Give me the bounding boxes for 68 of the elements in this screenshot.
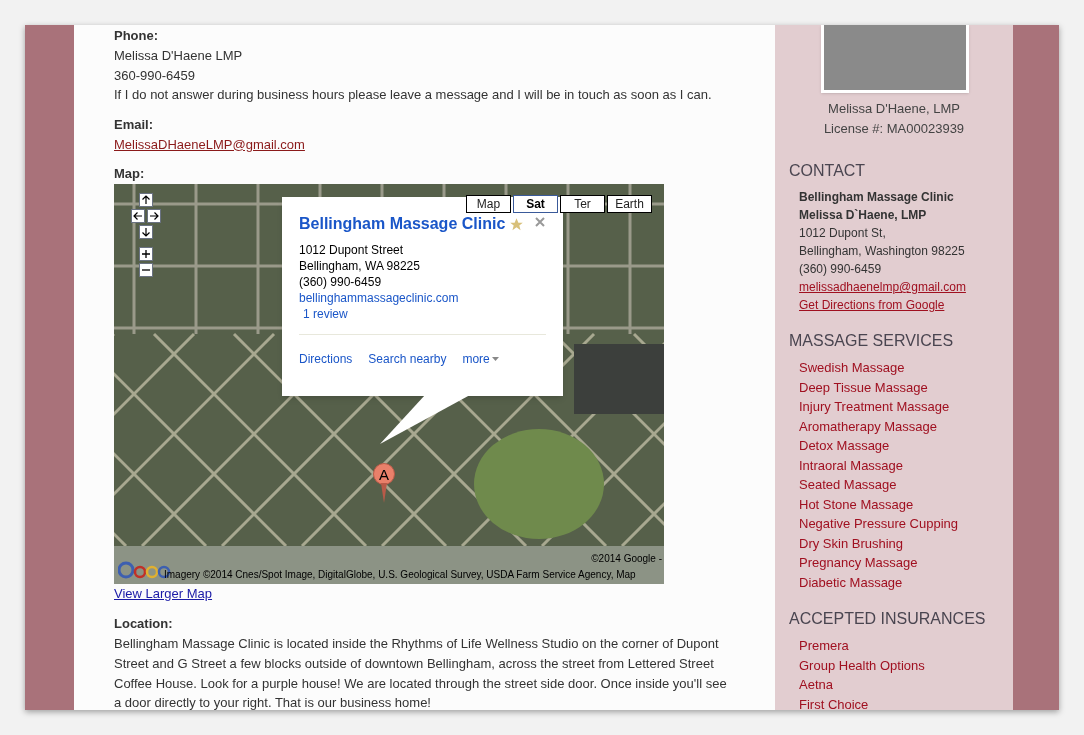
sidebar-link[interactable]: Hot Stone Massage [799,494,1013,514]
action-link[interactable]: more [462,350,499,368]
contact-text: If I do not answer during business hours please leave a message and I will be in touch as soon as I can. [114,86,713,104]
close-icon[interactable] [535,217,545,227]
website-link[interactable]: bellinghammassageclinic.com [299,290,546,306]
pan-left-button[interactable] [131,209,145,223]
caret-icon [491,357,499,361]
arrow-icon [133,211,143,221]
arrow-icon [141,227,151,237]
sidebar-link[interactable]: First Choice [799,694,1013,710]
imagery-credit: Imagery ©2014 Cnes/Spot Image, DigitalGlobe, U.S. Geological Survey, USDA Farm Service Agency, Map [164,568,636,582]
field-label: Location: [114,615,174,633]
plus-icon [141,249,151,259]
sidebar-link[interactable]: Detox Massage [799,436,1013,456]
sidebar-link[interactable]: Injury Treatment Massage [799,397,1013,417]
larger-map-link[interactable]: View Larger Map [114,584,745,604]
arrow-icon [149,211,159,221]
contact-text: 1012 Dupont St, [799,225,887,242]
contact-link[interactable]: Get Directions from Google [799,296,1013,314]
sidebar-link[interactable]: Group Health Options [799,655,1013,675]
sidebar-link[interactable]: Seated Massage [799,475,1013,495]
sidebar-link[interactable]: Deep Tissue Massage [799,377,1013,397]
place-title-link[interactable]: Bellingham Massage Clinic [299,214,506,234]
sidebar-link[interactable]: Negative Pressure Cupping [799,514,1013,534]
field-label: Phone: [114,27,160,45]
field-label: Map: [114,165,146,183]
sidebar-link[interactable]: Swedish Massage [799,358,1013,378]
address-line: Bellingham, WA 98225 [299,258,421,274]
email-link[interactable]: MelissaDHaeneLMP@gmail.com [114,136,305,152]
contact-name: Melissa D`Haene, LMP [799,207,928,224]
zoom-in-button[interactable] [139,247,153,261]
pan-up-button[interactable] [139,193,153,207]
section-heading: MASSAGE SERVICES [789,331,955,351]
pan-down-button[interactable] [139,225,153,239]
address-line: (360) 990-6459 [299,274,383,290]
arrow-icon [141,195,151,205]
photo-caption: Melissa D'Haene, LMP [827,100,961,118]
field-label: Email: [114,115,154,134]
contact-text: Bellingham, Washington 98225 [799,243,966,260]
star-icon[interactable] [509,216,525,232]
section-heading: ACCEPTED INSURANCES [789,609,987,629]
section-heading: CONTACT [789,161,867,181]
sidebar-link[interactable]: Dry Skin Brushing [799,533,1013,553]
sidebar-link[interactable]: Premera [799,636,1013,656]
sidebar-link[interactable]: Pregnancy Massage [799,553,1013,573]
map-type-button[interactable]: Map [466,195,511,213]
sidebar-link[interactable]: Aetna [799,675,1013,695]
pan-right-button[interactable] [147,209,161,223]
photo-caption: License #: MA00023939 [822,120,966,138]
zoom-out-button[interactable] [139,263,153,277]
contact-text: Melissa D'Haene LMP [114,47,244,65]
contact-text: (360) 990-6459 [799,261,883,278]
contact-link[interactable]: melissadhaenelmp@gmail.com [799,278,1013,296]
contact-text: 360-990-6459 [114,66,196,85]
sidebar-link[interactable]: Intraoral Massage [799,455,1013,475]
address-line: 1012 Dupont Street [299,242,405,258]
action-link[interactable]: Search nearby [368,350,447,368]
contact-name: Bellingham Massage Clinic [799,189,955,206]
review-link[interactable]: 1 review [299,306,546,322]
action-link[interactable]: Directions [299,350,353,368]
sidebar-link[interactable]: Diabetic Massage [799,572,1013,592]
map-type-button[interactable]: Earth [607,195,652,213]
copyright-text: ©2014 Google - [591,552,662,566]
map-type-button[interactable]: Ter [560,195,605,213]
map-type-button[interactable]: Sat [513,195,558,213]
sidebar-link[interactable]: Aromatherapy Massage [799,416,1013,436]
marker-stem [381,483,387,503]
location-paragraph: Bellingham Massage Clinic is located inside the Rhythms of Life Wellness Studio on the corner of Dupont Street and G Street a few blocks outside of downtown Bellingham, across the street from Lettered Street Coffee House. Look for a purple house! We are located through the street side door. Once inside you'll see a door directly to your right. That is our business home! [114,635,728,710]
